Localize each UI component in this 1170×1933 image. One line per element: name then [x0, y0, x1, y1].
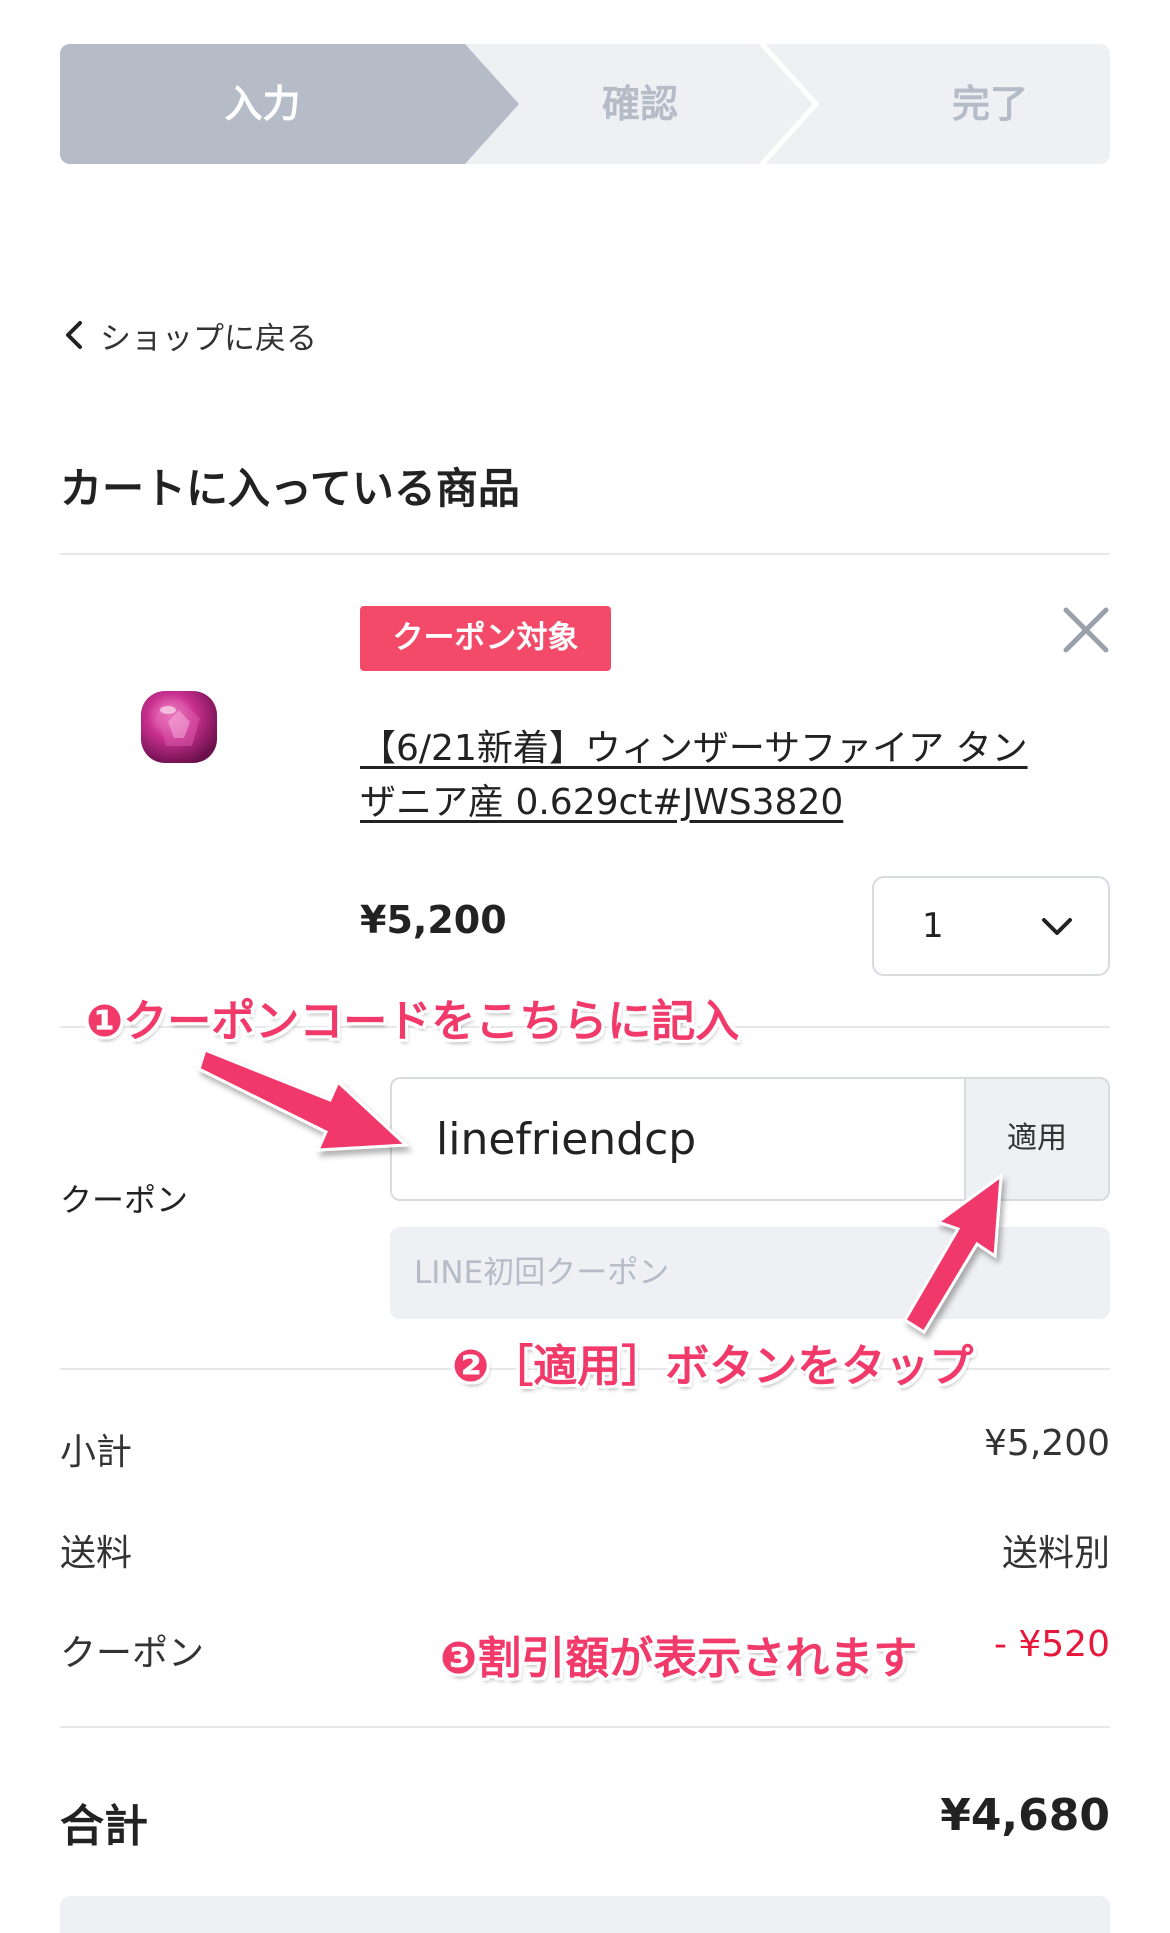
coupon-discount-label: クーポン [60, 1633, 205, 1674]
step-input: 入力 [224, 82, 301, 126]
coupon-discount-value: - ¥520 [993, 1624, 1110, 1665]
back-to-shop-label: ショップに戻る [100, 320, 317, 357]
pink-gem-image [141, 691, 217, 763]
next-button-area[interactable] [60, 1896, 1110, 1933]
total-value: ¥4,680 [940, 1790, 1110, 1841]
close-icon[interactable] [1060, 604, 1112, 656]
annotation-step2: ❷［適用］ボタンをタップ [452, 1341, 974, 1392]
arrow-to-input-icon [197, 1048, 410, 1152]
coupon-field-label: クーポン [60, 1181, 189, 1219]
annotation-step3: ❸割引額が表示されます [440, 1633, 918, 1684]
step-complete: 完了 [951, 82, 1028, 126]
annotation-step1: ❶クーポンコードをこちらに記入 [86, 996, 740, 1047]
shipping-value: 送料別 [1001, 1533, 1110, 1574]
total-label: 合計 [60, 1801, 148, 1852]
quantity-select[interactable]: 1 [872, 876, 1110, 976]
subtotal-label: 小計 [60, 1432, 133, 1473]
product-name-link[interactable]: 【6/21新着】ウィンザーサファイア タンザニア産 0.629ct#JWS382… [360, 722, 1060, 830]
subtotal-value: ¥5,200 [984, 1423, 1110, 1464]
checkout-stepper: 入力 確認 完了 [60, 44, 1110, 164]
product-price: ¥5,200 [360, 898, 507, 942]
back-to-shop-link[interactable]: ショップに戻る [60, 310, 317, 360]
chevron-left-icon [66, 321, 82, 349]
quantity-value: 1 [922, 906, 944, 946]
chevron-down-icon [1042, 918, 1072, 935]
divider [60, 553, 1110, 555]
coupon-eligible-badge: クーポン対象 [360, 606, 611, 671]
divider [60, 1726, 1110, 1728]
step-confirm: 確認 [601, 82, 678, 126]
cart-section-title: カートに入っている商品 [60, 464, 520, 513]
applied-coupon-name: LINE初回クーポン [390, 1227, 1110, 1319]
apply-coupon-button[interactable]: 適用 [964, 1077, 1110, 1201]
coupon-code-input[interactable] [390, 1077, 965, 1201]
shipping-label: 送料 [60, 1533, 133, 1574]
